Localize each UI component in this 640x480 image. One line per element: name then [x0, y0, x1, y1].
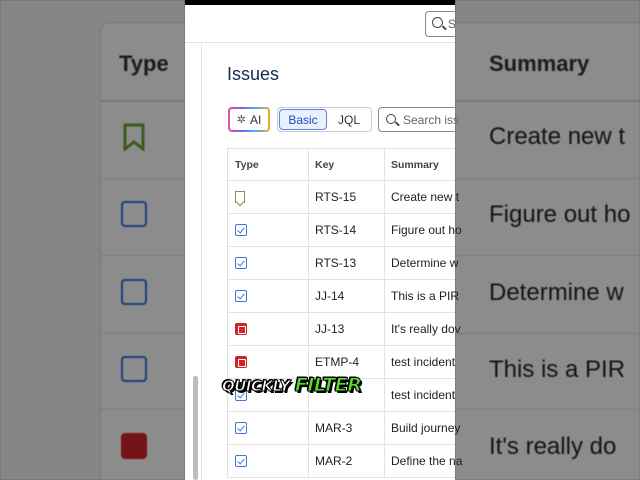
- table-row[interactable]: JJ-13 It's really dov: [228, 313, 461, 346]
- background-summary-cell: Create new t: [489, 123, 626, 150]
- scrollbar-thumb[interactable]: [193, 376, 198, 480]
- incident-icon: [235, 323, 247, 335]
- type-cell: [228, 412, 309, 444]
- task-icon: [235, 455, 247, 467]
- task-icon: [235, 422, 247, 434]
- task-icon: [235, 224, 247, 236]
- issue-key[interactable]: MAR-2: [309, 445, 385, 477]
- ai-button-label: AI: [249, 112, 262, 127]
- task-icon: [235, 290, 247, 302]
- type-cell: [228, 280, 309, 312]
- table-row[interactable]: RTS-15 Create new t: [228, 181, 459, 214]
- app-header: S: [185, 5, 455, 43]
- jql-mode-button[interactable]: JQL: [331, 109, 367, 130]
- type-cell: [228, 313, 309, 345]
- issue-summary[interactable]: Build journey: [385, 412, 488, 444]
- incident-icon: [235, 356, 247, 368]
- global-search[interactable]: S: [425, 11, 455, 37]
- type-cell: [228, 214, 309, 246]
- column-header-summary[interactable]: Summary: [385, 149, 488, 180]
- task-icon: [121, 201, 147, 227]
- issue-summary[interactable]: It's really dov: [385, 313, 488, 345]
- table-row[interactable]: RTS-13 Determine w: [228, 247, 458, 280]
- background-left-panel: Type: [0, 0, 185, 480]
- basic-mode-button[interactable]: Basic: [279, 109, 327, 130]
- issue-key[interactable]: RTS-13: [309, 247, 385, 279]
- issue-key[interactable]: RTS-15: [309, 181, 385, 213]
- global-search-placeholder: S: [448, 17, 455, 31]
- issue-summary[interactable]: test incident: [385, 379, 488, 411]
- table-row[interactable]: RTS-14 Figure out ho: [228, 214, 462, 247]
- sparkle-icon: ✲: [236, 114, 246, 126]
- issue-search-input[interactable]: Search iss: [378, 107, 459, 132]
- column-header-key[interactable]: Key: [309, 149, 385, 180]
- table-row[interactable]: JJ-14 This is a PIR: [228, 280, 459, 313]
- page-title: Issues: [227, 64, 280, 84]
- issue-summary[interactable]: Create new t: [385, 181, 488, 213]
- background-summary-cell: It's really do: [489, 433, 617, 460]
- type-cell: [228, 247, 309, 279]
- search-icon: [432, 17, 443, 28]
- type-cell: [228, 445, 309, 477]
- issue-key[interactable]: RTS-14: [309, 214, 385, 246]
- video-frame: Type Summary Create new t Figure out ho …: [0, 0, 640, 480]
- background-card: Type: [100, 22, 185, 480]
- issue-summary[interactable]: Figure out ho: [385, 214, 488, 246]
- background-summary-cell: This is a PIR: [489, 356, 626, 383]
- bookmark-icon: [123, 123, 149, 153]
- story-icon: [235, 191, 245, 203]
- task-icon: [121, 356, 147, 382]
- background-summary-header: Summary: [489, 51, 590, 76]
- caption-word-filter: FILTER: [294, 374, 362, 397]
- issues-table: Type Key Summary RTS-15 Create new t RTS-1…: [227, 148, 462, 478]
- issue-summary[interactable]: This is a PIR: [385, 280, 488, 312]
- table-row[interactable]: MAR-3 Build journey: [228, 412, 460, 445]
- issue-search-placeholder: Search iss: [403, 113, 460, 127]
- type-cell: [228, 181, 309, 213]
- search-icon: [386, 114, 396, 124]
- issue-key[interactable]: JJ-14: [309, 280, 385, 312]
- issue-key[interactable]: MAR-3: [309, 412, 385, 444]
- issue-summary[interactable]: test incident: [385, 346, 488, 378]
- background-type-header: Type: [119, 51, 169, 76]
- incident-icon: [121, 433, 147, 459]
- issue-summary[interactable]: Determine w: [385, 247, 488, 279]
- table-row[interactable]: MAR-2 Define the na: [228, 445, 462, 478]
- issue-key[interactable]: JJ-13: [309, 313, 385, 345]
- background-summary-cell: Figure out ho: [489, 201, 631, 228]
- table-header-row: Type Key Summary: [228, 149, 455, 181]
- background-summary-cell: Determine w: [489, 279, 624, 306]
- task-icon: [121, 279, 147, 305]
- column-header-type[interactable]: Type: [228, 149, 309, 180]
- ai-button[interactable]: ✲ AI: [228, 107, 270, 132]
- caption-word-quickly: QUICKLY: [222, 377, 291, 396]
- task-icon: [235, 257, 247, 269]
- caption-overlay: QUICKLY FILTER: [222, 374, 363, 397]
- issue-summary[interactable]: Define the na: [385, 445, 488, 477]
